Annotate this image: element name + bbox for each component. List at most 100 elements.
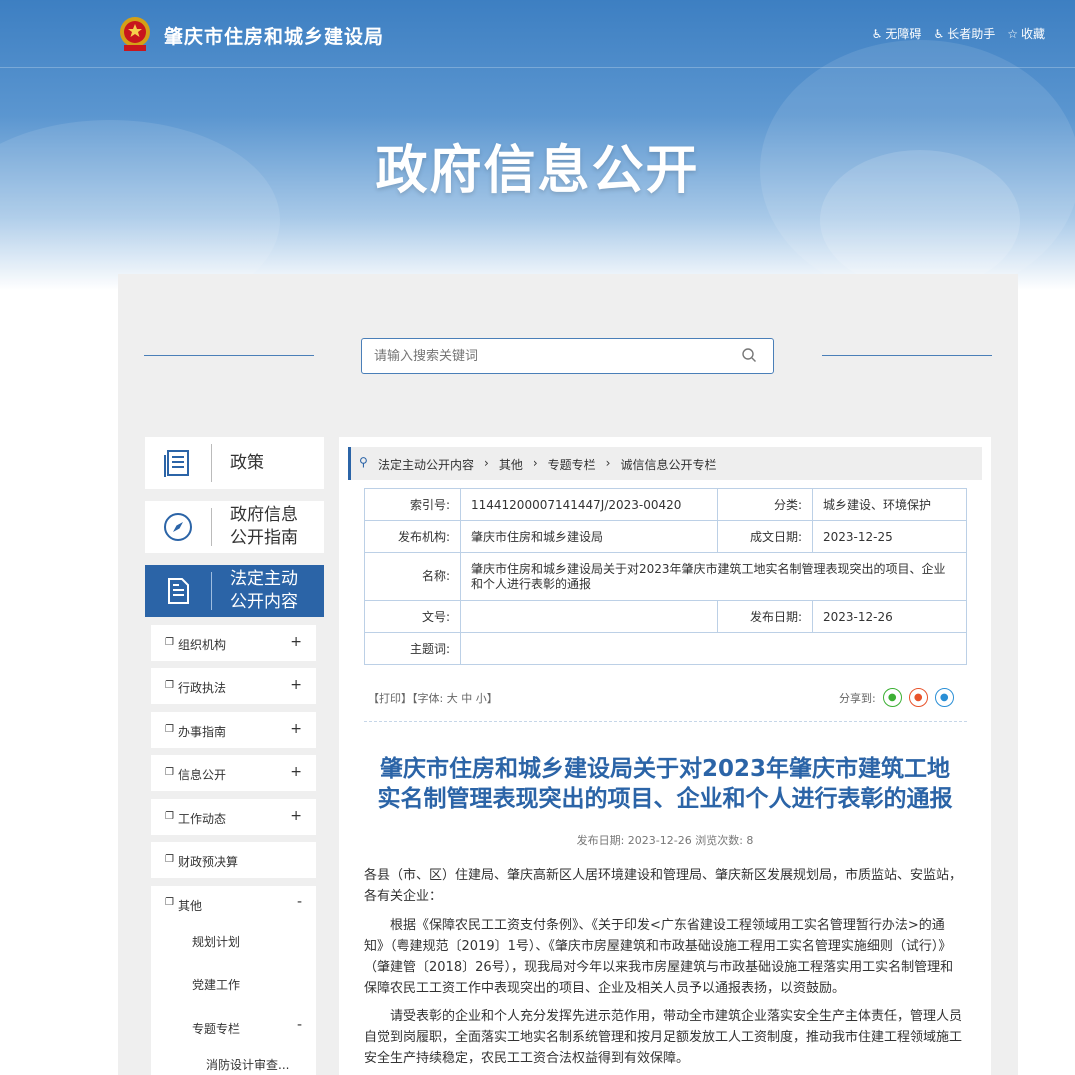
expand-toggle[interactable]: + [290,634,302,650]
meta-label: 文号: [364,600,461,633]
menu-label: 行政执法 [178,681,227,695]
divider [364,721,967,722]
accessibility-label: 无障碍 [885,27,922,41]
sidebar-item-work-news[interactable]: ❐ 工作动态 + [151,799,316,835]
wechat-icon[interactable]: ● [882,688,902,707]
favorite-link[interactable]: ☆ 收藏 [1007,25,1045,42]
sidebar-subitem-party[interactable]: 党建工作 [192,976,240,993]
sidebar-subitem-fire-review[interactable]: 消防设计审查... [206,1056,289,1073]
menu-label: 组织机构 [178,638,227,652]
meta-label: 名称: [364,552,461,601]
print-font-tools[interactable]: 【打印】【字体: 大 中 小】 [368,690,498,706]
breadcrumb-separator: › [605,456,611,470]
share-bar: 分享到: ● ● ● [839,688,954,707]
qq-icon[interactable]: ● [934,688,954,707]
search-icon[interactable] [741,347,757,363]
article-paragraph: 各县（市、区）住建局、肇庆高新区人居环境建设和管理局、肇庆新区发展规划局，市质监… [364,868,963,904]
meta-value: 城乡建设、环境保护 [812,488,967,521]
meta-label: 发布机构: [364,520,461,553]
search-divider [144,355,314,356]
meta-label: 分类: [717,488,813,521]
file-list-icon [145,575,211,607]
search-divider [822,355,992,356]
document-meta-table: 索引号: 11441200007141447J/2023-00420 分类: 城… [364,488,967,665]
site-name[interactable]: 肇庆市住房和城乡建设局 [164,22,384,49]
breadcrumb-item[interactable]: 诚信信息公开专栏 [620,456,716,473]
menu-label: 办事指南 [178,725,227,739]
top-bar: 肇庆市住房和城乡建设局 ♿ 无障碍 ♿ 长者助手 ☆ 收藏 [0,0,1075,68]
expand-toggle[interactable]: + [290,808,302,824]
mandatory-label-line2: 公开内容 [230,592,298,612]
breadcrumb-item[interactable]: 其他 [499,456,523,473]
guide-label-line2: 公开指南 [230,528,298,548]
search-box [361,338,774,374]
sidebar-item-info-disclosure[interactable]: ❐ 信息公开 + [151,755,316,791]
meta-label: 成文日期: [717,520,813,553]
compass-icon [145,511,211,543]
share-label: 分享到: [839,691,876,705]
page-icon: ❐ [165,637,174,648]
national-emblem-icon [120,17,150,51]
sidebar-item-service-guide[interactable]: ❐ 办事指南 + [151,712,316,748]
sidebar-item-enforcement[interactable]: ❐ 行政执法 + [151,668,316,704]
meta-value: 肇庆市住房和城乡建设局 [460,520,718,553]
meta-value: 肇庆市住房和城乡建设局关于对2023年肇庆市建筑工地实名制管理表现突出的项目、企… [460,552,967,601]
expand-toggle[interactable]: + [290,721,302,737]
guide-label-line1: 政府信息 [230,505,298,525]
sidebar-card-label: 政府信息 公开指南 [212,504,298,550]
breadcrumb: ⚲ 法定主动公开内容 › 其他 › 专题专栏 › 诚信信息公开专栏 [348,447,982,480]
search-input[interactable] [362,339,722,373]
accessibility-link[interactable]: ♿ 无障碍 [872,25,922,42]
weibo-icon[interactable]: ● [908,688,928,707]
expand-toggle[interactable]: + [290,764,302,780]
page-icon: ❐ [165,854,174,865]
document-icon [145,447,211,479]
sidebar-card-guide[interactable]: 政府信息 公开指南 [145,501,324,553]
star-icon: ☆ [1007,26,1018,41]
location-pin-icon: ⚲ [359,455,368,469]
menu-label: 信息公开 [178,768,227,782]
sidebar-item-other: ❐ 其他 - 规划计划 党建工作 专题专栏 - 消防设计审查... [151,886,316,1075]
meta-label: 发布日期: [717,600,813,633]
meta-value: 2023-12-26 [812,600,967,633]
expand-toggle[interactable]: + [290,677,302,693]
breadcrumb-item[interactable]: 法定主动公开内容 [378,456,474,473]
accessibility-icon: ♿ [871,26,883,41]
meta-label: 主题词: [364,632,461,665]
collapse-toggle[interactable]: - [297,1017,302,1033]
sidebar-card-label: 政策 [230,452,264,473]
page-icon: ❐ [165,680,174,691]
mandatory-label-line1: 法定主动 [230,569,298,589]
breadcrumb-item[interactable]: 专题专栏 [548,456,596,473]
favorite-label: 收藏 [1020,27,1045,41]
article-paragraph: 请受表彰的企业和个人充分发挥先进示范作用，带动全市建筑企业落实安全生产主体责任，… [364,1009,963,1066]
header-banner: 肇庆市住房和城乡建设局 ♿ 无障碍 ♿ 长者助手 ☆ 收藏 政府信息公开 [0,0,1075,290]
meta-value [460,632,967,665]
elder-helper-icon: ♿ [933,26,945,41]
article-title: 肇庆市住房和城乡建设局关于对2023年肇庆市建筑工地 实名制管理表现突出的项目、… [360,754,970,814]
sidebar-card-mandatory[interactable]: 法定主动 公开内容 [145,565,324,617]
banner-title: 政府信息公开 [375,141,700,201]
top-links: ♿ 无障碍 ♿ 长者助手 ☆ 收藏 [872,25,1045,42]
page-icon: ❐ [165,724,174,735]
menu-label[interactable]: 其他 [178,897,202,914]
sidebar-card-policy[interactable]: 政策 [145,437,324,489]
page-icon: ❐ [165,897,174,908]
article-meta: 发布日期: 2023-12-26 浏览次数: 8 [576,834,754,847]
breadcrumb-separator: › [484,456,489,470]
elder-helper-label: 长者助手 [947,27,996,41]
breadcrumb-separator: › [532,456,538,470]
article-paragraph: 根据《保障农民工工资支付条例》、《关于印发<广东省建设工程领域用工实名管理暂行办… [364,918,954,996]
article-title-line1: 肇庆市住房和城乡建设局关于对2023年肇庆市建筑工地 [379,756,950,782]
meta-label: 索引号: [364,488,461,521]
sidebar-item-organization[interactable]: ❐ 组织机构 + [151,625,316,661]
meta-value [460,600,718,633]
meta-value: 11441200007141447J/2023-00420 [460,488,718,521]
sidebar-subitem-special[interactable]: 专题专栏 [192,1020,240,1037]
page-icon: ❐ [165,811,174,822]
collapse-toggle[interactable]: - [297,894,302,910]
sidebar-subitem-planning[interactable]: 规划计划 [192,933,240,950]
meta-value: 2023-12-25 [812,520,967,553]
sidebar-item-budget[interactable]: ❐ 财政预决算 [151,842,316,878]
elder-helper-link[interactable]: ♿ 长者助手 [933,25,995,42]
